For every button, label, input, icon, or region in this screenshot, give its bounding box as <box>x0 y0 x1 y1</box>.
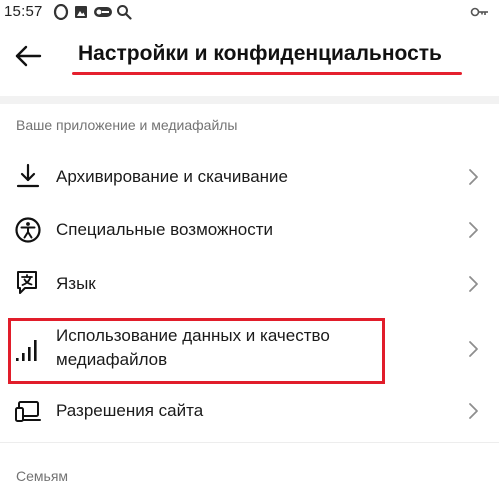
title-highlight-underline <box>72 72 462 75</box>
highlight-box <box>8 318 385 384</box>
key-icon <box>470 7 488 17</box>
image-icon <box>75 6 87 18</box>
settings-item-label: Архивирование и скачивание <box>56 167 288 186</box>
settings-item-label: Разрешения сайта <box>56 401 204 420</box>
settings-item-accessibility[interactable]: Специальные возможности <box>0 205 499 255</box>
download-icon <box>16 163 40 188</box>
chevron-right-icon <box>469 403 478 419</box>
chevron-right-icon <box>469 169 478 185</box>
language-icon <box>17 271 37 294</box>
opera-icon <box>53 4 69 20</box>
accessibility-icon <box>15 217 41 243</box>
page-title: Настройки и конфиденциальность <box>78 42 442 65</box>
chevron-right-icon <box>469 222 478 238</box>
chevron-right-icon <box>469 341 478 357</box>
vpn-key-icon <box>94 7 112 17</box>
section-header-app-media: Ваше приложение и медиафайлы <box>16 117 238 133</box>
section-header-families: Семьям <box>16 468 69 484</box>
chevron-right-icon <box>469 276 478 292</box>
arrow-left-icon[interactable] <box>12 40 44 72</box>
settings-item-label: Специальные возможности <box>56 220 274 239</box>
settings-item-site-permissions[interactable]: Разрешения сайта <box>0 386 499 436</box>
header: Настройки и конфиденциальность <box>0 26 499 86</box>
devices-icon <box>15 401 41 422</box>
status-bar: 15:57 <box>0 0 499 26</box>
search-icon <box>117 5 132 20</box>
settings-item-label: Язык <box>56 274 96 293</box>
status-time: 15:57 <box>4 3 43 20</box>
settings-item-archive-download[interactable]: Архивирование и скачивание <box>0 152 499 202</box>
section-divider <box>0 96 499 104</box>
section-divider-thin <box>0 442 499 443</box>
settings-item-language[interactable]: Язык <box>0 258 499 310</box>
